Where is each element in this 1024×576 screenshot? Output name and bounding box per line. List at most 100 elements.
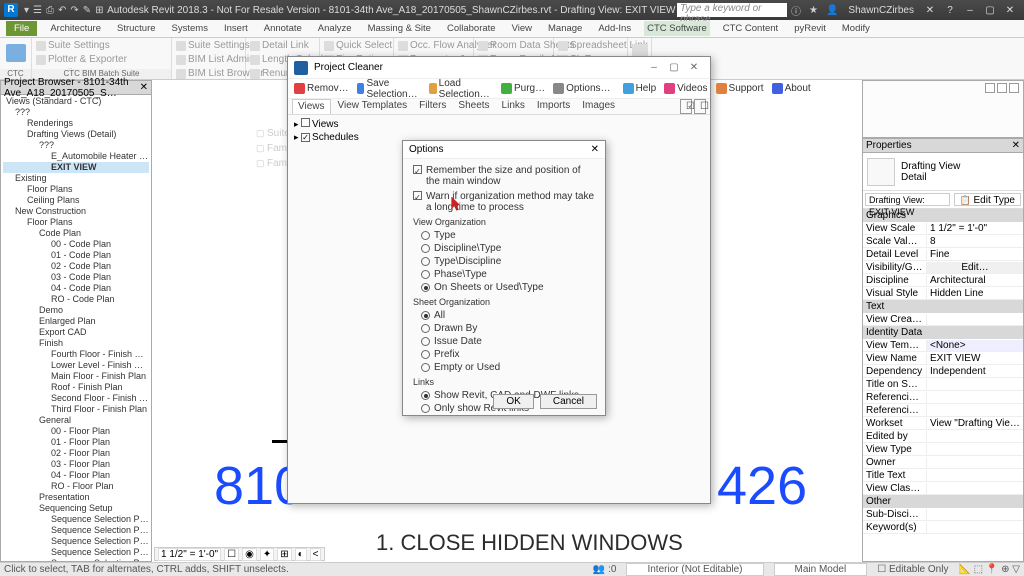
star-icon[interactable]: ★ [809, 5, 818, 16]
v-vn[interactable]: EXIT VIEW [927, 353, 1023, 364]
pc-about[interactable]: About [770, 83, 813, 94]
pc-options[interactable]: Options… [551, 83, 612, 94]
pc-tab-sheets[interactable]: Sheets [453, 99, 494, 114]
pc-tree-views[interactable]: ▸ Views [294, 118, 704, 131]
ok-button[interactable]: OK [493, 394, 533, 409]
chk-warn-long[interactable]: ✓Warn if organization method may take a … [413, 191, 595, 213]
pc-save-sel[interactable]: Save Selection… [355, 78, 423, 100]
radio-prefix[interactable]: Prefix [421, 349, 595, 360]
radio-drawnby[interactable]: Drawn By [421, 323, 595, 334]
tab-structure[interactable]: Structure [114, 21, 159, 36]
tab-annotate[interactable]: Annotate [261, 21, 305, 36]
btn-suite-settings[interactable]: Suite Settings [36, 40, 110, 51]
tab-pyrevit[interactable]: pyRevit [791, 21, 829, 36]
vc-scale[interactable]: 1 1/2" = 1'-0" [158, 548, 221, 561]
v-scale[interactable]: 1 1/2" = 1'-0" [927, 223, 1023, 234]
radio-sheets-type[interactable]: On Sheets or Used\Type [421, 282, 595, 293]
vc-1[interactable]: ☐ [224, 548, 239, 561]
edit-type-button[interactable]: 📋 Edit Type [954, 193, 1021, 206]
close-pbrowser[interactable]: ✕ [140, 82, 148, 93]
vc-2[interactable] [997, 83, 1007, 93]
vc-6[interactable]: < [310, 548, 322, 561]
v-sv[interactable]: 8 [927, 236, 1023, 247]
tab-addins[interactable]: Add-Ins [595, 21, 634, 36]
search-input[interactable]: Type a keyword or phrase [677, 3, 787, 17]
radio-disc-type[interactable]: Discipline\Type [421, 243, 595, 254]
v-vg[interactable]: Edit… [927, 262, 1023, 273]
v-ws[interactable]: View "Drafting View: EXI… [927, 418, 1023, 429]
tab-analyze[interactable]: Analyze [315, 21, 355, 36]
options-close[interactable]: ✕ [591, 144, 599, 155]
pc-tab-templates[interactable]: View Templates [333, 99, 413, 114]
pc-check-all[interactable]: ☑ [680, 99, 692, 114]
user-name[interactable]: ShawnCZirbes [848, 5, 914, 16]
info-icon[interactable]: ⓘ [791, 3, 801, 18]
cancel-button[interactable]: Cancel [540, 394, 597, 409]
pc-support[interactable]: Support [714, 83, 766, 94]
pc-tab-views[interactable]: Views [292, 99, 331, 114]
tab-systems[interactable]: Systems [169, 21, 211, 36]
minimize-button[interactable]: – [960, 5, 980, 16]
tab-collaborate[interactable]: Collaborate [444, 21, 499, 36]
vc-2[interactable]: ◉ [242, 548, 257, 561]
quick-access-toolbar[interactable]: ▾☰⎙↶↷✎⊞ [22, 5, 106, 16]
pc-maximize[interactable]: ▢ [664, 62, 684, 73]
vc-4[interactable]: ⊞ [277, 548, 291, 561]
pc-purge[interactable]: Purg… [499, 83, 547, 94]
filter-dropdown[interactable]: Drafting View: EXIT VIEW [865, 193, 950, 206]
pc-close[interactable]: ✕ [684, 62, 704, 73]
vc-5[interactable]: ◐ [295, 548, 307, 561]
help-icon[interactable]: ? [940, 5, 960, 16]
radio-type-disc[interactable]: Type\Discipline [421, 256, 595, 267]
pc-tab-images[interactable]: Images [577, 99, 620, 114]
tab-ctc-software[interactable]: CTC Software [644, 21, 710, 36]
tab-architecture[interactable]: Architecture [47, 21, 104, 36]
pc-tab-filters[interactable]: Filters [414, 99, 451, 114]
status-editable[interactable]: ☐ Editable Only [877, 564, 948, 575]
radio-issuedate[interactable]: Issue Date [421, 336, 595, 347]
close-props[interactable]: ✕ [1012, 140, 1020, 151]
tab-massing[interactable]: Massing & Site [365, 21, 434, 36]
tab-ctc-content[interactable]: CTC Content [720, 21, 781, 36]
app-icon: R [4, 3, 18, 17]
pc-uncheck-all[interactable]: ☐ [694, 99, 706, 114]
tab-insert[interactable]: Insert [221, 21, 251, 36]
status-model[interactable]: Main Model [774, 563, 868, 576]
vc-3[interactable]: ✦ [260, 548, 274, 561]
viewcube-panel[interactable] [862, 80, 1024, 138]
tab-view[interactable]: View [509, 21, 535, 36]
status-icons[interactable]: 📐 ⬚ 📍 ⊕ ▽ [958, 564, 1020, 575]
ribbon-tabs[interactable]: File Architecture Structure Systems Inse… [0, 20, 1024, 38]
btn-plotter[interactable]: Plotter & Exporter [36, 54, 127, 65]
maximize-button[interactable]: ▢ [980, 5, 1000, 16]
chk-remember-size[interactable]: ✓Remember the size and position of the m… [413, 165, 595, 187]
pc-videos[interactable]: Videos [662, 83, 709, 94]
view-control-bar[interactable]: 1 1/2" = 1'-0" ☐◉✦⊞ ◐< [154, 547, 325, 561]
pc-load-sel[interactable]: Load Selection… [427, 78, 495, 100]
close-button[interactable]: ✕ [1000, 5, 1020, 16]
v-vs[interactable]: Hidden Line [927, 288, 1023, 299]
v-detail[interactable]: Fine [927, 249, 1023, 260]
v-disc[interactable]: Architectural [927, 275, 1023, 286]
tab-modify[interactable]: Modify [839, 21, 873, 36]
vc-1[interactable] [985, 83, 995, 93]
pc-remove[interactable]: Remov… [292, 83, 351, 94]
exchange-icon[interactable]: ✕ [920, 5, 940, 16]
v-dep[interactable]: Independent [927, 366, 1023, 377]
radio-type[interactable]: Type [421, 230, 595, 241]
project-tree[interactable]: Views (Standard - CTC) ??? Renderings Dr… [1, 95, 151, 561]
radio-all[interactable]: All [421, 310, 595, 321]
pc-tab-imports[interactable]: Imports [532, 99, 575, 114]
radio-phase-type[interactable]: Phase\Type [421, 269, 595, 280]
radio-empty[interactable]: Empty or Used [421, 362, 595, 373]
tab-manage[interactable]: Manage [545, 21, 585, 36]
pc-help[interactable]: Help [621, 83, 659, 94]
vc-3[interactable] [1009, 83, 1019, 93]
v-vt[interactable]: <None> [927, 340, 1023, 351]
pc-tab-links[interactable]: Links [497, 99, 530, 114]
tab-file[interactable]: File [6, 21, 37, 36]
status-ws[interactable]: Interior (Not Editable) [626, 563, 763, 576]
ctc-icon[interactable] [6, 44, 26, 62]
pc-minimize[interactable]: – [644, 62, 664, 73]
signin-icon[interactable]: 👤 [826, 5, 838, 16]
